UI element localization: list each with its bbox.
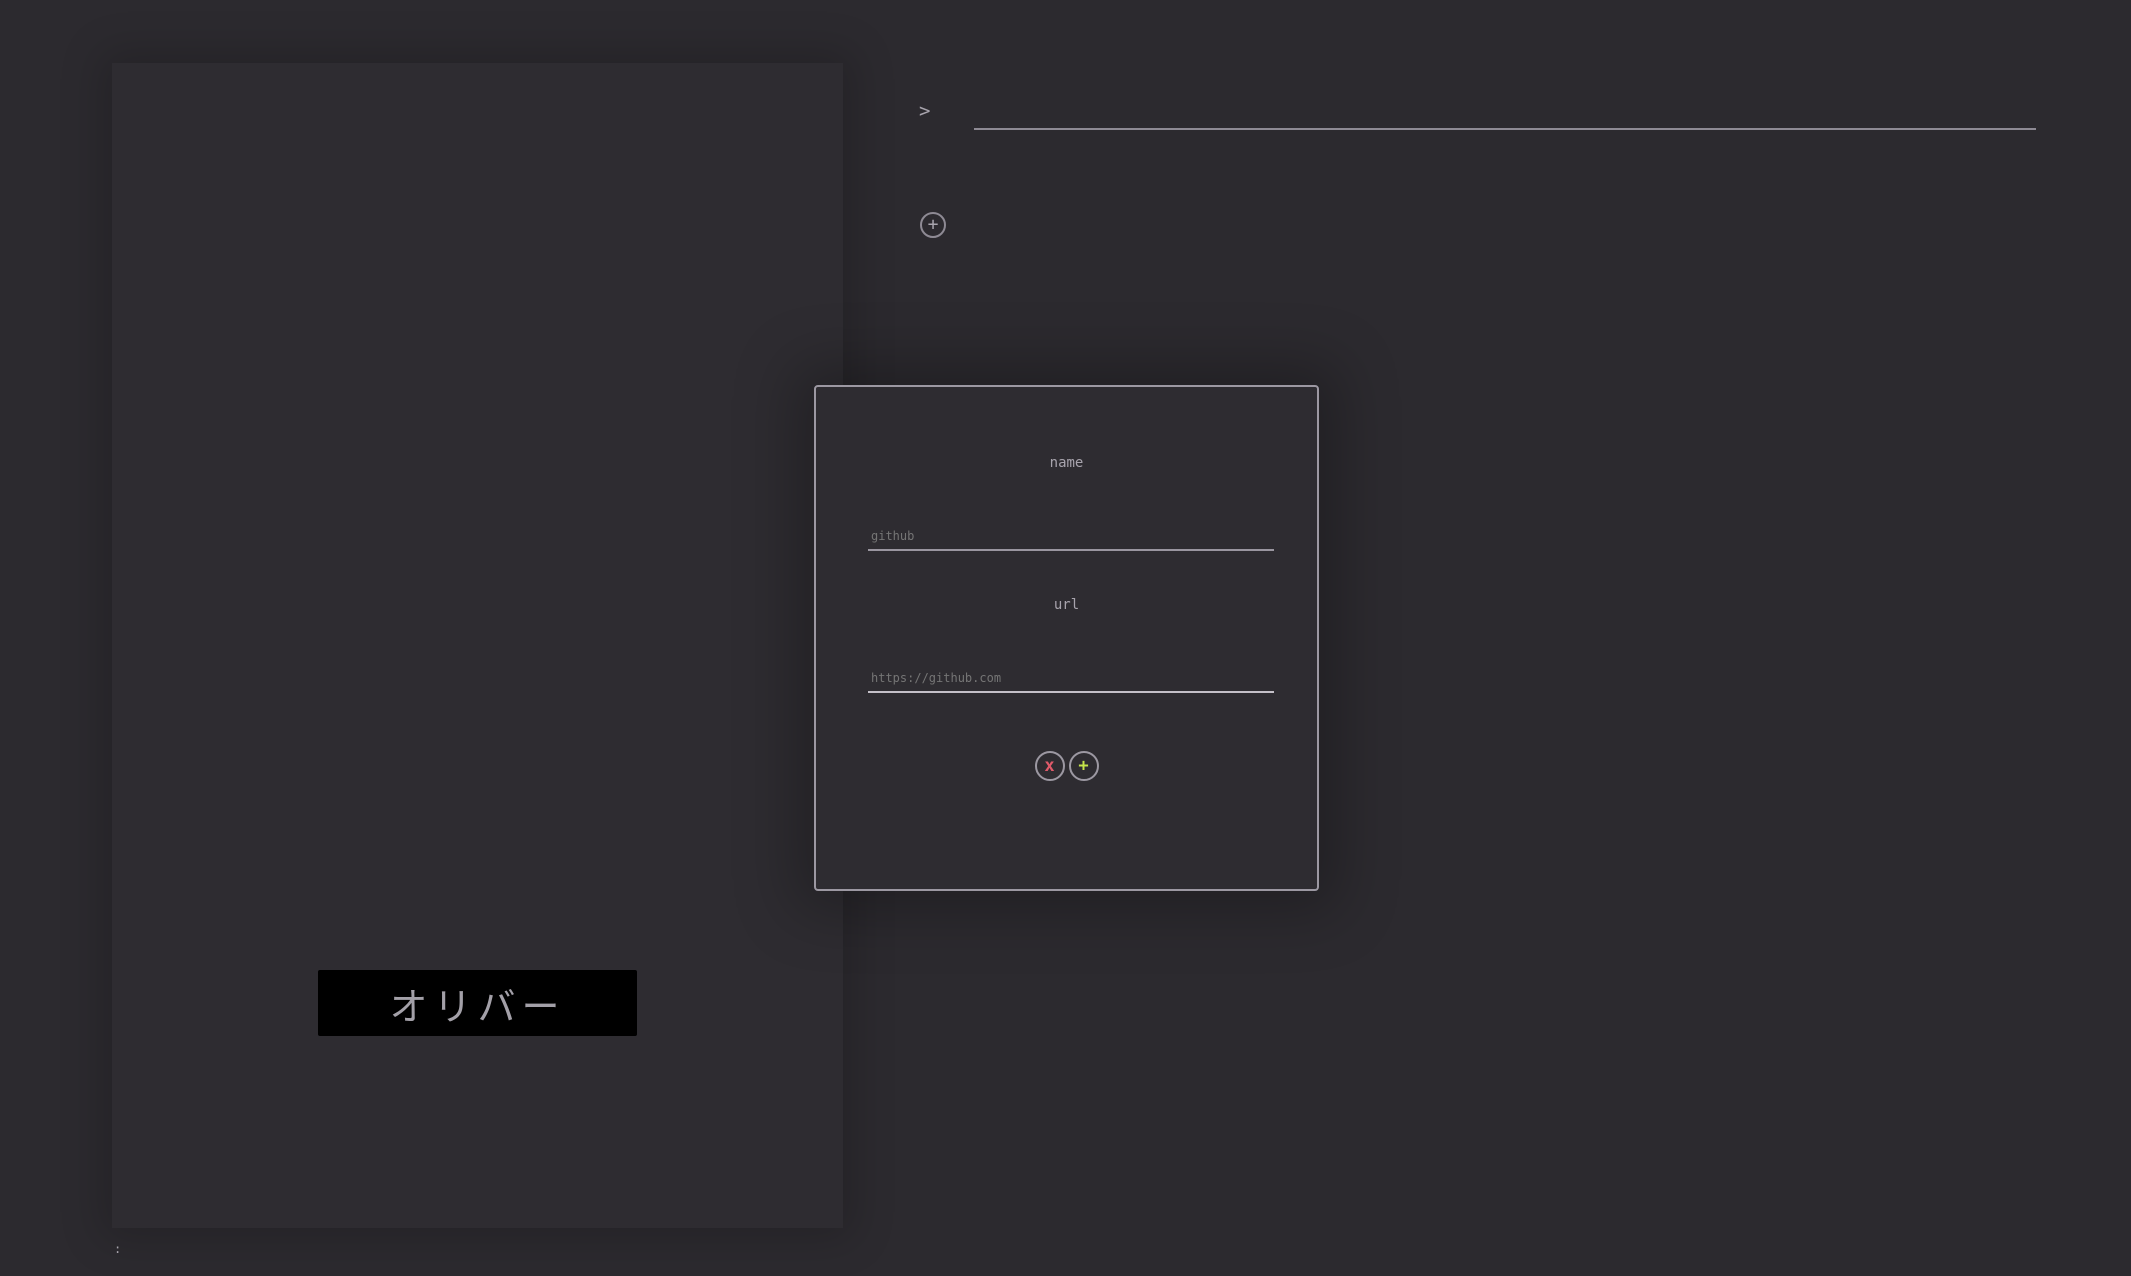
profile-panel: オリバー: [112, 63, 843, 1228]
cancel-button[interactable]: x: [1034, 751, 1065, 781]
plus-icon: +: [927, 214, 939, 235]
confirm-button[interactable]: +: [1068, 751, 1099, 781]
url-label: url: [1053, 597, 1080, 613]
command-input[interactable]: [974, 96, 2036, 130]
add-link-modal: name url x +: [814, 385, 1319, 891]
url-input[interactable]: [868, 665, 1274, 693]
close-icon: x: [1044, 755, 1055, 776]
name-label: name: [1049, 455, 1084, 471]
status-text: :: [114, 1242, 122, 1256]
modal-actions: x +: [816, 751, 1317, 781]
add-link-button[interactable]: +: [920, 212, 946, 238]
page: オリバー : > + name url x +: [0, 0, 2131, 1276]
display-name: オリバー: [389, 984, 566, 1029]
name-input[interactable]: [868, 523, 1274, 551]
prompt-chevron-icon: >: [919, 100, 931, 122]
plus-icon: +: [1078, 755, 1089, 776]
name-plate: オリバー: [318, 970, 637, 1036]
